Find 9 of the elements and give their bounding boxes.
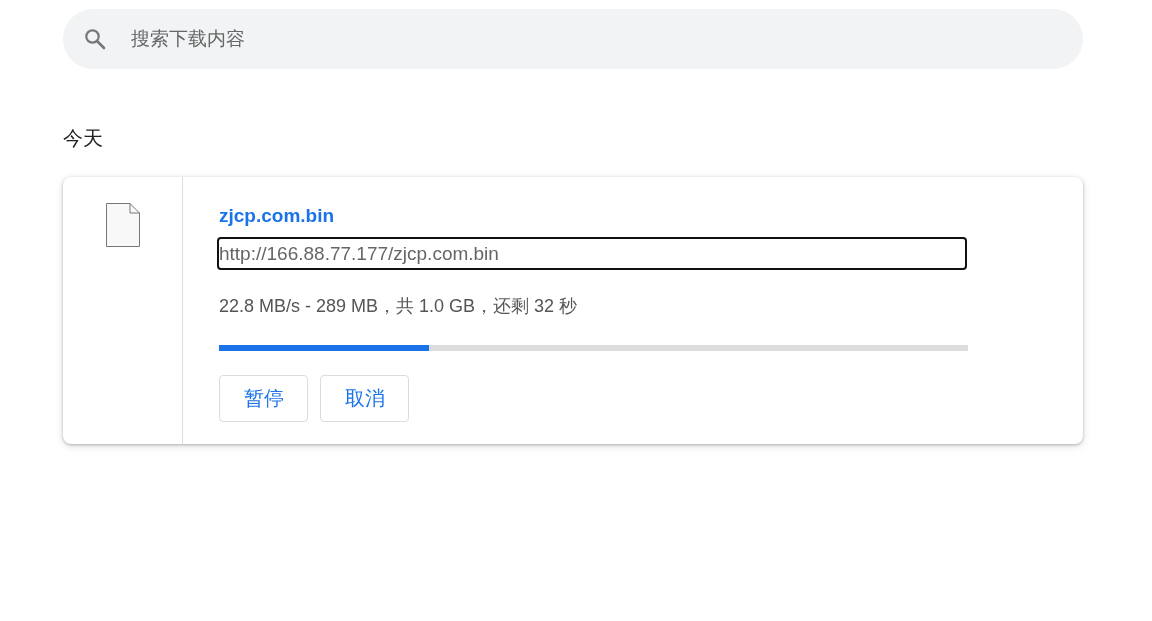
file-icon	[105, 203, 140, 247]
file-name-link[interactable]: zjcp.com.bin	[219, 204, 335, 228]
section-title: 今天	[63, 126, 104, 150]
url-link[interactable]: http://166.88.77.177/zjcp.com.bin	[217, 237, 967, 270]
download-status: 22.8 MB/s - 289 MB，共 1.0 GB，还剩 32 秒	[219, 295, 579, 317]
action-button[interactable]: 取消	[320, 375, 409, 422]
action-button[interactable]: 暂停	[219, 375, 308, 422]
search-field[interactable]: 搜索下载内容	[63, 9, 1083, 69]
search-icon[interactable]	[83, 27, 107, 51]
